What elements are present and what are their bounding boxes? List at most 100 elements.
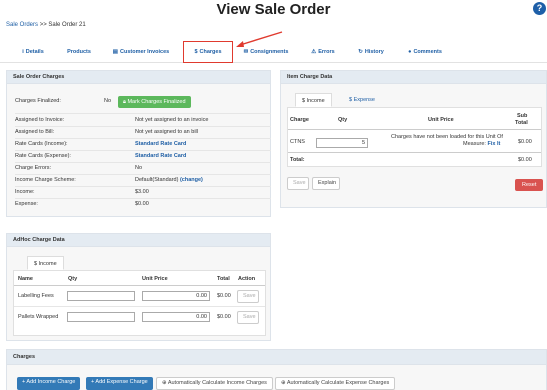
breadcrumb: Sale Orders >> Sale Order 21 [6, 21, 86, 29]
item-charge-table: Charge Qty Unit Price Sub Total CTNS 5 C… [287, 107, 542, 167]
tab-item-income[interactable]: $ Income [295, 93, 332, 107]
tab-errors[interactable]: ⚠ Errors [308, 41, 338, 63]
adhoc-name: Pallets Wrapped [18, 314, 59, 320]
income-charge-scheme-label: Income Charge Scheme: [15, 177, 76, 183]
comment-icon: ● [408, 49, 412, 55]
column-unit-price: Unit Price [428, 117, 454, 123]
assigned-bill-label: Assigned to Bill: [15, 129, 55, 135]
item-save-button[interactable]: Save [287, 177, 309, 190]
rate-cards-expense-label: Rate Cards (Expense): [15, 153, 71, 159]
divider [288, 129, 541, 130]
income-label: Income: [15, 189, 35, 195]
explain-button[interactable]: Explain [312, 177, 340, 190]
assigned-invoice-label: Assigned to Invoice: [15, 117, 65, 123]
history-icon: ↻ [358, 49, 363, 55]
adhoc-charge-data-panel: AdHoc Charge Data $ Income Name Qty Unit… [6, 233, 271, 341]
tab-comments[interactable]: ● Comments [404, 41, 446, 63]
total-value: $0.00 [518, 157, 532, 163]
tab-details[interactable]: i Details [18, 41, 48, 63]
reset-button[interactable]: Reset [515, 179, 544, 191]
adhoc-name: Labelling Fees [18, 293, 54, 299]
tab-products-label: Products [67, 49, 91, 55]
rate-card-income-link[interactable]: Standard Rate Card [135, 140, 186, 149]
divider [14, 285, 265, 286]
divider [14, 306, 265, 307]
charge-qty-input[interactable]: 5 [316, 138, 368, 148]
adhoc-qty-input[interactable] [67, 312, 135, 322]
divider [15, 198, 271, 199]
divider [15, 162, 271, 163]
divider [15, 113, 271, 114]
rate-card-expense-link[interactable]: Standard Rate Card [135, 152, 186, 161]
divider [15, 126, 271, 127]
charge-errors-label: Charge Errors: [15, 165, 52, 171]
auto-calc-income-button[interactable]: ⊕ Automatically Calculate Income Charges [156, 377, 273, 390]
adhoc-unit-price-input[interactable]: 0.00 [142, 291, 210, 301]
column-total: Total [217, 276, 230, 282]
adhoc-save-button[interactable]: Save [237, 311, 259, 324]
charges-tab-highlight [183, 41, 233, 63]
add-income-charge-button[interactable]: + Add Income Charge [17, 377, 81, 390]
column-subtotal: Sub [517, 113, 528, 119]
measure-label: Measure: [463, 141, 486, 147]
page-title: View Sale Order [216, 1, 331, 18]
tab-customer-invoices[interactable]: ▤ Customer Invoices [110, 41, 172, 63]
red-arrow-annotation [236, 31, 283, 47]
tab-errors-label: Errors [318, 49, 335, 55]
fix-it-row: Measure: Fix It [463, 141, 500, 148]
item-charge-data-heading: Item Charge Data [281, 71, 546, 84]
tab-customer-invoices-label: Customer Invoices [119, 49, 170, 55]
divider [15, 174, 271, 175]
breadcrumb-separator: >> [39, 22, 47, 28]
charges-finalized-value: No [104, 98, 112, 104]
mark-charges-finalized-button[interactable]: 🔒︎ Mark Charges Finalized [118, 96, 191, 108]
adhoc-unit-price-input[interactable]: 0.00 [142, 312, 210, 322]
adhoc-qty-input[interactable] [67, 291, 135, 301]
assigned-invoice-value: Not yet assigned to an invoice [135, 117, 209, 123]
charge-errors-value: No [135, 165, 143, 171]
sale-order-charges-heading: Sale Order Charges [7, 71, 270, 84]
warning-icon: ⚠ [311, 49, 317, 55]
column-charge: Charge [290, 117, 309, 123]
column-subtotal-2: Total [515, 120, 528, 126]
expense-value: $0.00 [135, 201, 149, 207]
column-unit-price: Unit Price [142, 276, 168, 282]
column-qty: Qty [68, 276, 78, 282]
income-charge-scheme-text: Default(Standard) [135, 177, 179, 183]
invoice-icon: ▤ [112, 49, 118, 55]
rate-cards-income-label: Rate Cards (Income): [15, 141, 68, 147]
charges-finalized-label: Charges Finalized: [15, 98, 61, 104]
assigned-bill-value: Not yet assigned to an bill [135, 129, 198, 135]
info-icon: i [22, 49, 24, 55]
charges-not-loaded-message: Charges have not been loaded for this Un… [391, 134, 503, 140]
auto-calc-expense-button[interactable]: ⊕ Automatically Calculate Expense Charge… [275, 377, 396, 390]
tab-history[interactable]: ↻ History [355, 41, 387, 63]
fix-it-link[interactable]: Fix It [487, 141, 500, 147]
divider [15, 186, 271, 187]
tab-details-label: Details [25, 49, 44, 55]
help-icon[interactable]: ? [533, 2, 546, 15]
tab-history-label: History [364, 49, 384, 55]
add-expense-charge-button[interactable]: + Add Expense Charge [86, 377, 153, 390]
tab-item-expense[interactable]: $ Expense [343, 93, 381, 107]
income-charge-scheme-value: Default(Standard) (change) [135, 176, 203, 185]
breadcrumb-sale-orders-link[interactable]: Sale Orders [6, 22, 38, 28]
adhoc-save-button[interactable]: Save [237, 290, 259, 303]
item-charge-data-panel: Item Charge Data $ Income $ Expense Char… [280, 70, 547, 208]
tab-products[interactable]: Products [62, 41, 96, 63]
change-scheme-link[interactable]: (change) [180, 177, 203, 183]
divider [288, 152, 541, 153]
mark-charges-finalized-label: Mark Charges Finalized [127, 99, 186, 105]
column-name: Name [18, 276, 33, 282]
adhoc-total: $0.00 [217, 314, 231, 320]
sale-order-charges-panel: Sale Order Charges Charges Finalized: No… [6, 70, 271, 217]
divider [15, 138, 271, 139]
column-action: Action [238, 276, 256, 282]
tab-adhoc-income[interactable]: $ Income [27, 256, 64, 270]
charge-name: CTNS [290, 139, 305, 145]
adhoc-total: $0.00 [217, 293, 231, 299]
column-qty: Qty [338, 117, 348, 123]
charge-subtotal: $0.00 [518, 139, 532, 145]
breadcrumb-current: Sale Order 21 [48, 22, 86, 28]
charges-panel: Charges + Add Income Charge + Add Expens… [6, 349, 547, 390]
